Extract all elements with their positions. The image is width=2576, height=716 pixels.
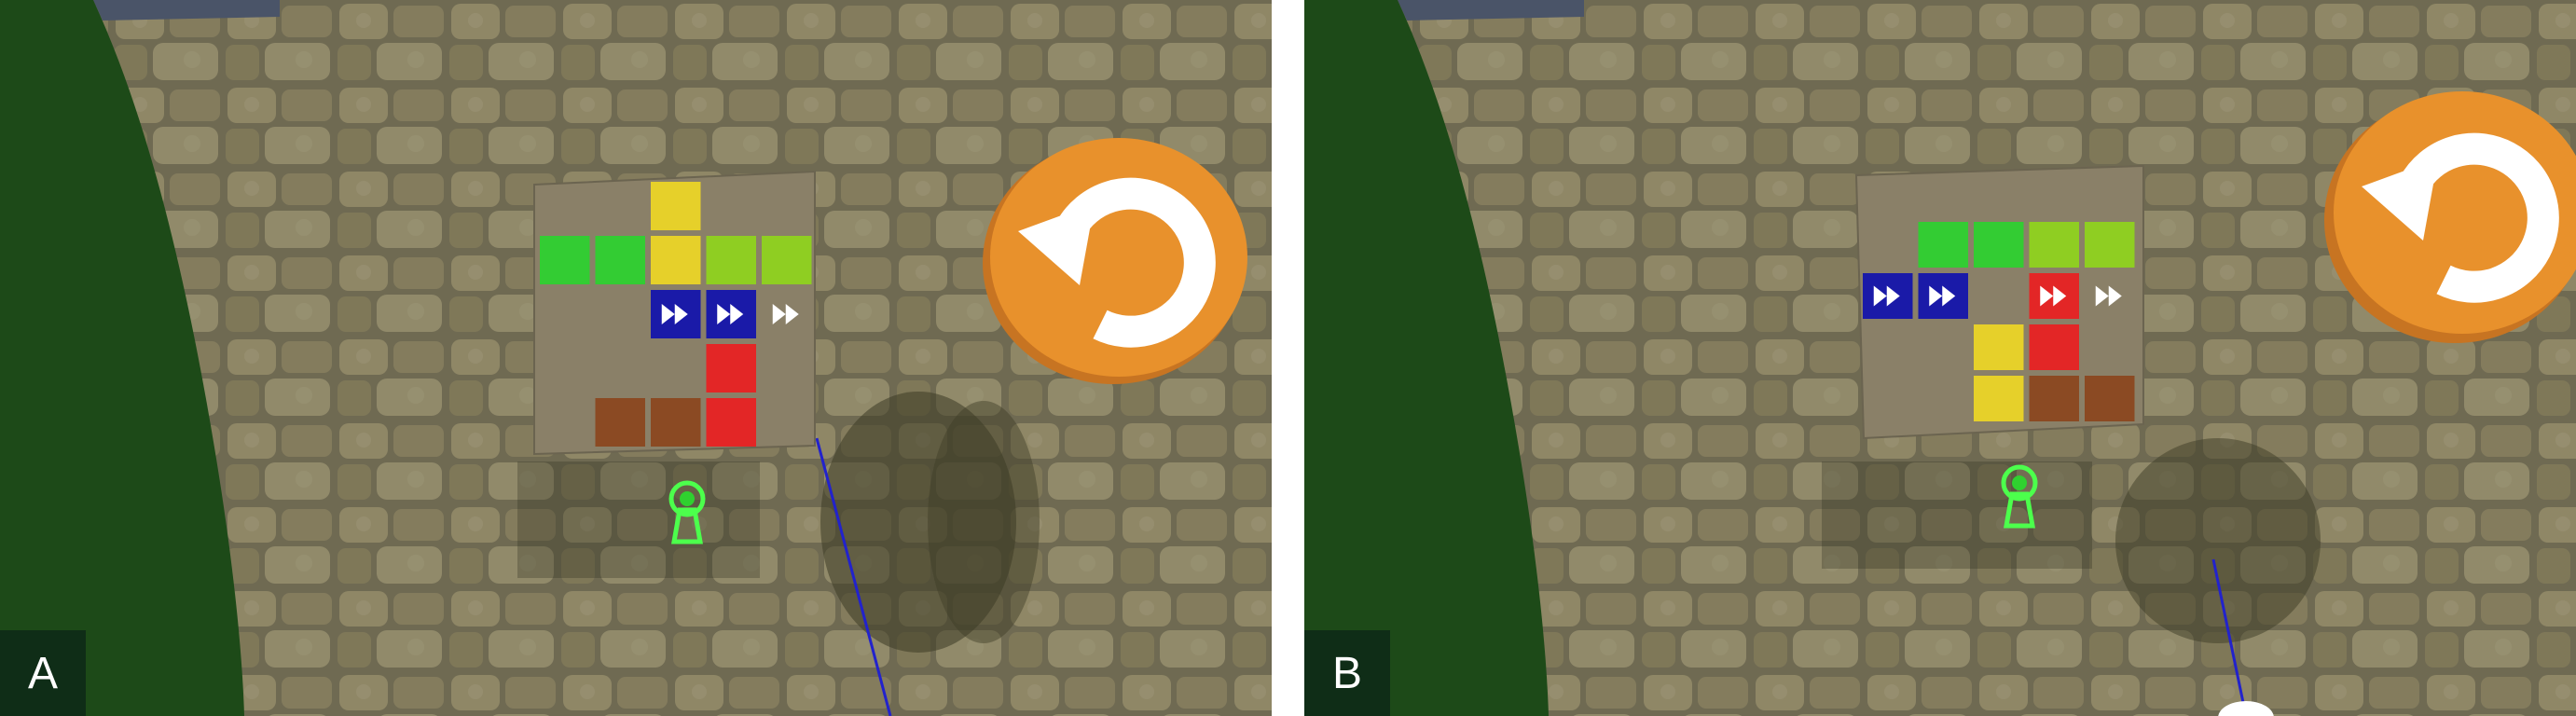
board-cell-red[interactable] bbox=[706, 398, 757, 447]
board-shadow bbox=[517, 461, 760, 578]
board-cell-arrow-blue[interactable] bbox=[706, 290, 757, 338]
board-cell-green[interactable] bbox=[540, 236, 590, 284]
game-scene-b bbox=[1304, 0, 2576, 716]
board-cell-yellow[interactable] bbox=[1974, 324, 2024, 370]
panel-label: B bbox=[1304, 630, 1390, 716]
board-cell-brown[interactable] bbox=[2029, 376, 2080, 421]
board-cell-green[interactable] bbox=[1918, 222, 1969, 268]
board-cell-yellow[interactable] bbox=[651, 182, 701, 230]
board-cell-arrow-red[interactable] bbox=[2029, 273, 2080, 319]
game-scene-a bbox=[0, 0, 1272, 716]
puzzle-board[interactable] bbox=[1854, 164, 2144, 440]
board-cell-brown[interactable] bbox=[595, 398, 646, 447]
board-cell-yellow[interactable] bbox=[1974, 376, 2024, 421]
board-shadow bbox=[1822, 461, 2092, 569]
puzzle-board[interactable] bbox=[533, 170, 816, 456]
board-cell-green[interactable] bbox=[1974, 222, 2024, 268]
board-cell-brown[interactable] bbox=[651, 398, 701, 447]
board-cell-yellow[interactable] bbox=[651, 236, 701, 284]
board-cell-arrow-blue[interactable] bbox=[651, 290, 701, 338]
shadow-blob bbox=[2115, 438, 2321, 643]
panel-a: A bbox=[0, 0, 1272, 716]
board-cell-arrow-blue[interactable] bbox=[1918, 273, 1969, 319]
board-cell-red[interactable] bbox=[706, 344, 757, 392]
shadow-blob bbox=[928, 401, 1040, 643]
board-cell-green[interactable] bbox=[595, 236, 646, 284]
board-cell-arrow-blue[interactable] bbox=[1863, 273, 1913, 319]
panel-label: A bbox=[0, 630, 86, 716]
board-cell-lime[interactable] bbox=[706, 236, 757, 284]
board-cell-lime[interactable] bbox=[2085, 222, 2135, 268]
panel-b: B bbox=[1304, 0, 2576, 716]
board-cell-lime[interactable] bbox=[2029, 222, 2080, 268]
board-cell-red[interactable] bbox=[2029, 324, 2080, 370]
board-cell-brown[interactable] bbox=[2085, 376, 2135, 421]
board-cell-lime[interactable] bbox=[762, 236, 812, 284]
